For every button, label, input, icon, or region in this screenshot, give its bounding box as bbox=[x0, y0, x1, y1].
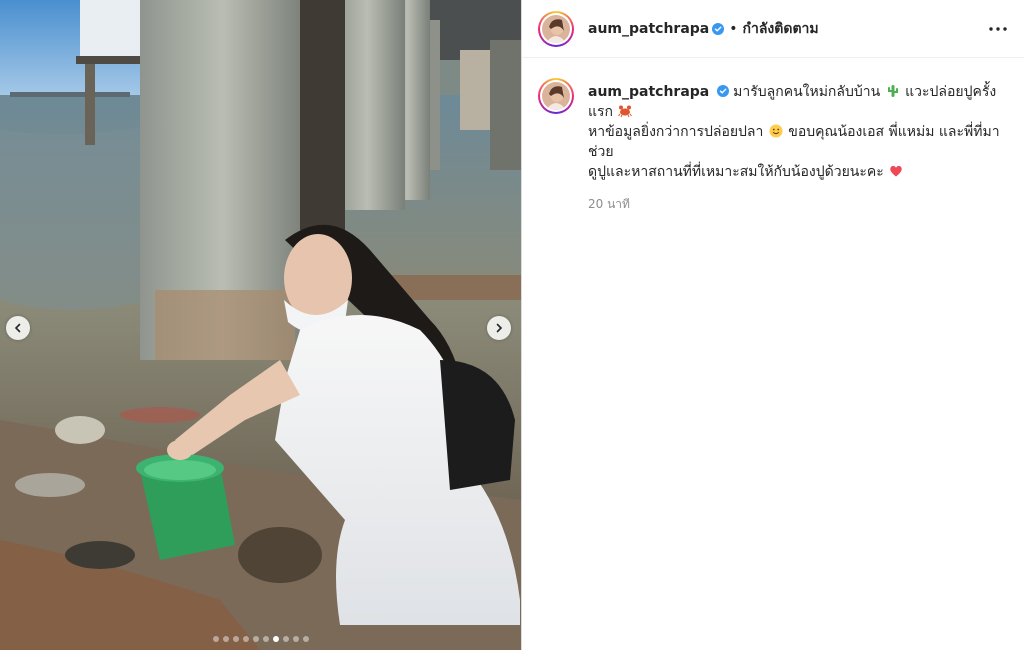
carousel-dot bbox=[292, 636, 299, 642]
post-header: aum_patchrapa • กำลังติดตาม bbox=[522, 0, 1024, 58]
carousel-dot bbox=[262, 636, 269, 642]
post-photo bbox=[0, 0, 521, 650]
more-options-icon bbox=[989, 26, 1007, 31]
caption-text-1: มารับลูกคนใหม่กลับบ้าน bbox=[733, 84, 881, 100]
carousel-dot bbox=[242, 636, 249, 642]
chevron-left-icon bbox=[14, 323, 21, 333]
caption-body: aum_patchrapa มารับลูกคนใหม่กลับบ้าน แวะ… bbox=[588, 82, 1008, 214]
caption-text-2: หาข้อมูลยิ่งกว่าการปล่อยปลา bbox=[588, 124, 764, 140]
carousel-dot bbox=[282, 636, 289, 642]
instagram-post: aum_patchrapa • กำลังติดตาม aum_patchrap… bbox=[0, 0, 1024, 650]
separator-dot: • bbox=[729, 20, 738, 37]
chevron-right-icon bbox=[496, 323, 503, 333]
verified-badge-icon bbox=[716, 85, 729, 97]
next-slide-button[interactable] bbox=[487, 316, 511, 340]
post-side-panel: aum_patchrapa • กำลังติดตาม aum_patchrap… bbox=[522, 0, 1024, 650]
avatar-image bbox=[542, 14, 570, 43]
verified-badge-icon bbox=[712, 22, 725, 35]
crab-emoji bbox=[618, 105, 633, 118]
caption-text-3: ดูปูและหาสถานที่ที่เหมาะสมให้กับน้องปูด้… bbox=[588, 164, 884, 180]
previous-slide-button[interactable] bbox=[6, 316, 30, 340]
carousel-dot bbox=[232, 636, 239, 642]
carousel-dot bbox=[302, 636, 309, 642]
avatar[interactable] bbox=[538, 10, 574, 47]
cactus-emoji bbox=[887, 85, 898, 97]
following-button[interactable]: กำลังติดตาม bbox=[743, 18, 819, 40]
header-username[interactable]: aum_patchrapa bbox=[588, 21, 709, 37]
more-options-button[interactable] bbox=[986, 17, 1010, 41]
carousel-dot bbox=[252, 636, 259, 642]
red-heart-emoji bbox=[890, 165, 902, 177]
post-media[interactable] bbox=[0, 0, 521, 650]
carousel-dot bbox=[222, 636, 229, 642]
post-timestamp[interactable]: 20 นาที bbox=[588, 194, 1008, 214]
smile-emoji bbox=[769, 124, 783, 138]
carousel-dot bbox=[272, 636, 279, 642]
carousel-indicator bbox=[0, 636, 521, 642]
avatar-image bbox=[542, 82, 570, 110]
caption: aum_patchrapa มารับลูกคนใหม่กลับบ้าน แวะ… bbox=[522, 58, 1024, 214]
carousel-dot bbox=[212, 636, 219, 642]
caption-username[interactable]: aum_patchrapa bbox=[588, 84, 709, 100]
caption-avatar[interactable] bbox=[538, 78, 574, 114]
